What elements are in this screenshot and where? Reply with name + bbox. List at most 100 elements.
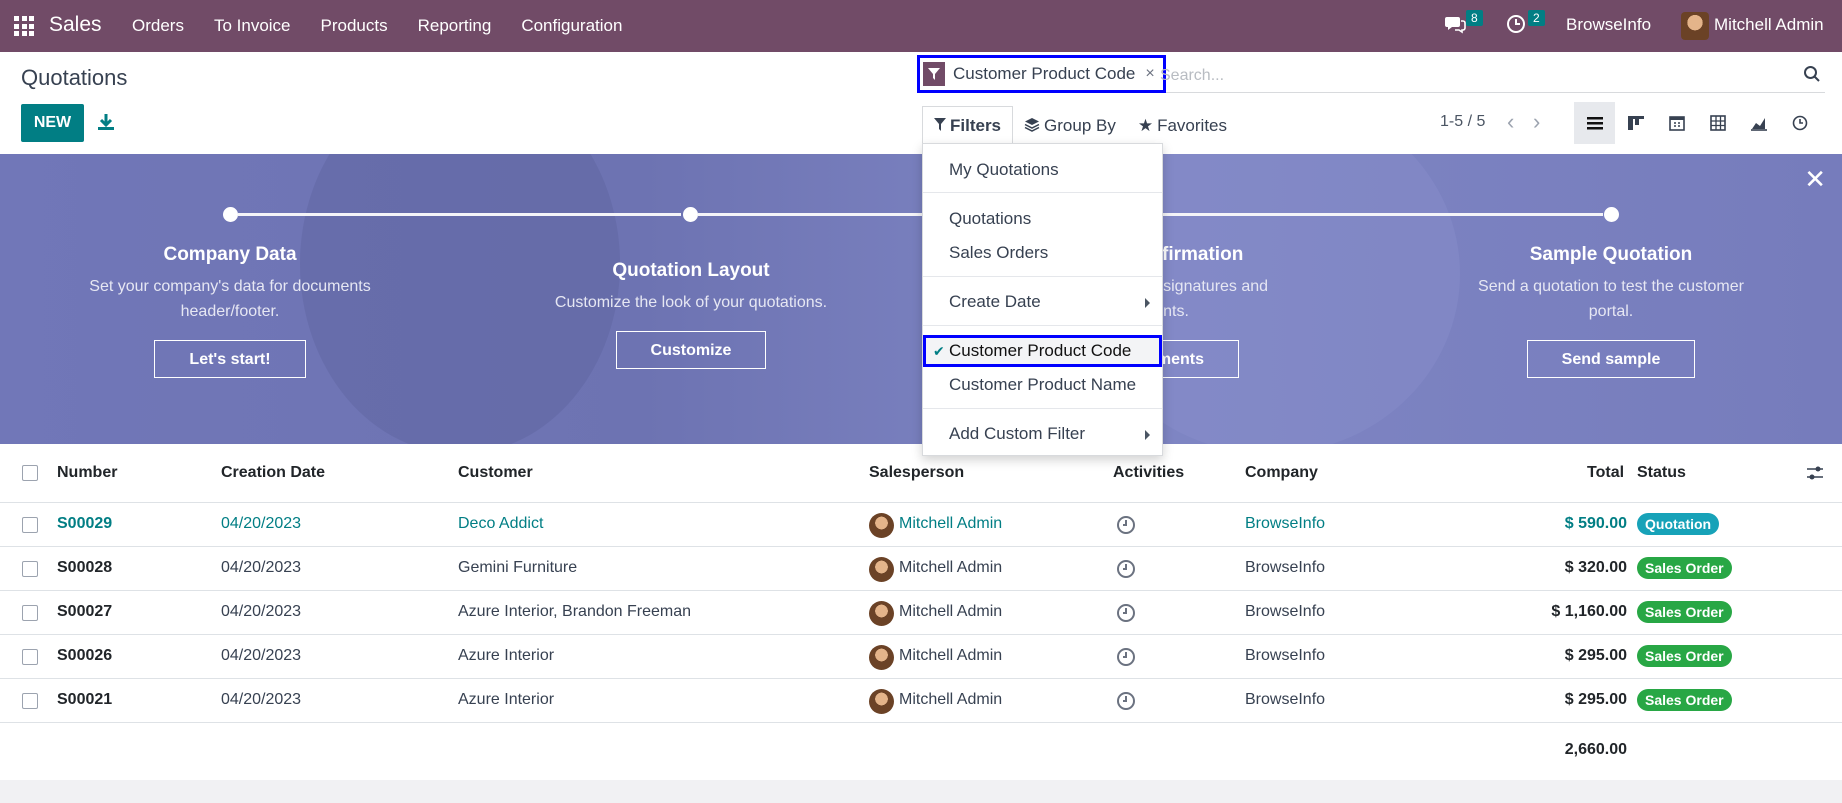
row-checkbox[interactable] <box>22 649 38 665</box>
select-all-checkbox[interactable] <box>22 465 38 481</box>
activity-clock-icon[interactable] <box>1116 559 1136 579</box>
lets-start-button[interactable]: Let's start! <box>154 340 306 378</box>
total: $ 1,160.00 <box>1551 603 1627 620</box>
company-switcher[interactable]: BrowseInfo <box>1566 15 1651 35</box>
order-number[interactable]: S00027 <box>57 603 112 621</box>
layers-icon <box>1024 117 1040 136</box>
header-activities[interactable]: Activities <box>1113 464 1184 482</box>
header-total[interactable]: Total <box>1587 464 1624 482</box>
table-row[interactable]: S00029 04/20/2023 Deco Addict Mitchell A… <box>0 503 1842 547</box>
pivot-view-icon[interactable] <box>1697 102 1738 144</box>
order-number[interactable]: S00029 <box>57 515 112 533</box>
order-number[interactable]: S00026 <box>57 647 112 665</box>
add-custom-filter[interactable]: Add Custom Filter <box>923 418 1162 450</box>
menu-to-invoice[interactable]: To Invoice <box>199 0 306 52</box>
download-icon[interactable] <box>96 112 116 132</box>
company: BrowseInfo <box>1245 691 1326 708</box>
step-title: Company Data <box>163 244 297 265</box>
search-icon[interactable] <box>1803 65 1821 83</box>
list-view-icon[interactable] <box>1574 102 1615 144</box>
menu-configuration[interactable]: Configuration <box>506 0 637 52</box>
step-connector <box>1160 213 1603 216</box>
tab-group-by[interactable]: Group By <box>1013 106 1127 146</box>
row-checkbox[interactable] <box>22 693 38 709</box>
header-number[interactable]: Number <box>57 464 117 482</box>
table-row[interactable]: S00021 04/20/2023 Azure Interior Mitchel… <box>0 679 1842 723</box>
salesperson-avatar <box>869 557 894 582</box>
table-row[interactable]: S00028 04/20/2023 Gemini Furniture Mitch… <box>0 547 1842 591</box>
order-number[interactable]: S00028 <box>57 559 112 577</box>
total: $ 295.00 <box>1564 647 1627 664</box>
salesperson-avatar <box>869 645 894 670</box>
search-input[interactable]: Search... <box>1160 67 1224 85</box>
tab-favorites[interactable]: ★ Favorites <box>1127 106 1238 146</box>
header-company[interactable]: Company <box>1245 464 1318 482</box>
activities-icon[interactable]: 2 <box>1506 10 1545 40</box>
header-customer[interactable]: Customer <box>458 464 533 482</box>
row-checkbox[interactable] <box>22 605 38 621</box>
table-row[interactable]: S00027 04/20/2023 Azure Interior, Brando… <box>0 591 1842 635</box>
user-menu[interactable]: Mitchell Admin <box>1714 15 1824 35</box>
app-brand[interactable]: Sales <box>49 13 102 37</box>
step-title: Quotation Layout <box>612 260 770 281</box>
filter-quotations[interactable]: Quotations <box>923 203 1162 235</box>
salesperson-avatar <box>869 689 894 714</box>
filter-customer-product-code[interactable]: ✔ Customer Product Code <box>923 335 1162 367</box>
header-salesperson[interactable]: Salesperson <box>869 464 964 482</box>
optional-columns-icon[interactable] <box>1806 464 1824 482</box>
new-button[interactable]: NEW <box>21 104 84 142</box>
control-panel: Quotations NEW Customer Product Code × S… <box>0 52 1842 154</box>
salesperson: Mitchell Admin <box>899 559 1003 576</box>
row-checkbox[interactable] <box>22 561 38 577</box>
graph-view-icon[interactable] <box>1738 102 1779 144</box>
filters-dropdown: My Quotations Quotations Sales Orders Cr… <box>922 143 1163 456</box>
row-checkbox[interactable] <box>22 517 38 533</box>
pager-value[interactable]: 1-5 / 5 <box>1440 113 1485 131</box>
user-avatar[interactable] <box>1681 12 1709 40</box>
activity-clock-icon[interactable] <box>1116 647 1136 667</box>
pager-previous-icon[interactable]: ‹ <box>1507 109 1514 135</box>
order-number[interactable]: S00021 <box>57 691 112 709</box>
customer: Deco Addict <box>458 515 544 532</box>
activity-clock-icon[interactable] <box>1116 603 1136 623</box>
close-banner-icon[interactable]: ✕ <box>1804 164 1826 195</box>
table-header: Number Creation Date Customer Salesperso… <box>0 444 1842 503</box>
header-status[interactable]: Status <box>1637 464 1686 482</box>
send-sample-button[interactable]: Send sample <box>1526 340 1696 378</box>
activity-view-icon[interactable] <box>1779 102 1820 144</box>
menu-products[interactable]: Products <box>306 0 403 52</box>
company: BrowseInfo <box>1245 647 1326 664</box>
salesperson: Mitchell Admin <box>899 647 1003 664</box>
filter-customer-product-name[interactable]: Customer Product Name <box>923 369 1162 401</box>
filter-facet[interactable]: Customer Product Code × <box>917 55 1166 93</box>
filter-sales-orders[interactable]: Sales Orders <box>923 237 1162 269</box>
status-badge: Sales Order <box>1637 645 1732 667</box>
kanban-view-icon[interactable] <box>1615 102 1656 144</box>
creation-date: 04/20/2023 <box>221 515 302 532</box>
search-options: Filters Group By ★ Favorites <box>922 106 1238 146</box>
customer: Azure Interior, Brandon Freeman <box>458 603 692 620</box>
search-bar[interactable]: Customer Product Code × Search... <box>917 55 1825 93</box>
facet-remove-icon[interactable]: × <box>1145 65 1154 83</box>
dropdown-divider <box>923 192 1162 193</box>
app-menu-icon[interactable] <box>14 16 34 36</box>
check-icon: ✔ <box>933 343 945 359</box>
activity-clock-icon[interactable] <box>1116 515 1136 535</box>
header-creation-date[interactable]: Creation Date <box>221 464 325 482</box>
menu-reporting[interactable]: Reporting <box>403 0 507 52</box>
menu-orders[interactable]: Orders <box>117 0 199 52</box>
table-row[interactable]: S00026 04/20/2023 Azure Interior Mitchel… <box>0 635 1842 679</box>
step-company-data: Company Data Set your company's data for… <box>60 244 400 378</box>
tab-filters[interactable]: Filters <box>922 106 1014 146</box>
activity-clock-icon[interactable] <box>1116 691 1136 711</box>
step-dot <box>1604 207 1619 222</box>
filter-create-date[interactable]: Create Date <box>923 286 1162 318</box>
messages-icon[interactable]: 8 <box>1444 10 1483 40</box>
calendar-view-icon[interactable] <box>1656 102 1697 144</box>
step-description: Send a quotation to test the customer po… <box>1478 278 1744 320</box>
customize-button[interactable]: Customize <box>615 331 767 369</box>
status-badge: Quotation <box>1637 513 1720 535</box>
add-custom-filter-label: Add Custom Filter <box>949 424 1086 443</box>
pager-next-icon[interactable]: › <box>1533 109 1540 135</box>
filter-my-quotations[interactable]: My Quotations <box>923 154 1162 186</box>
